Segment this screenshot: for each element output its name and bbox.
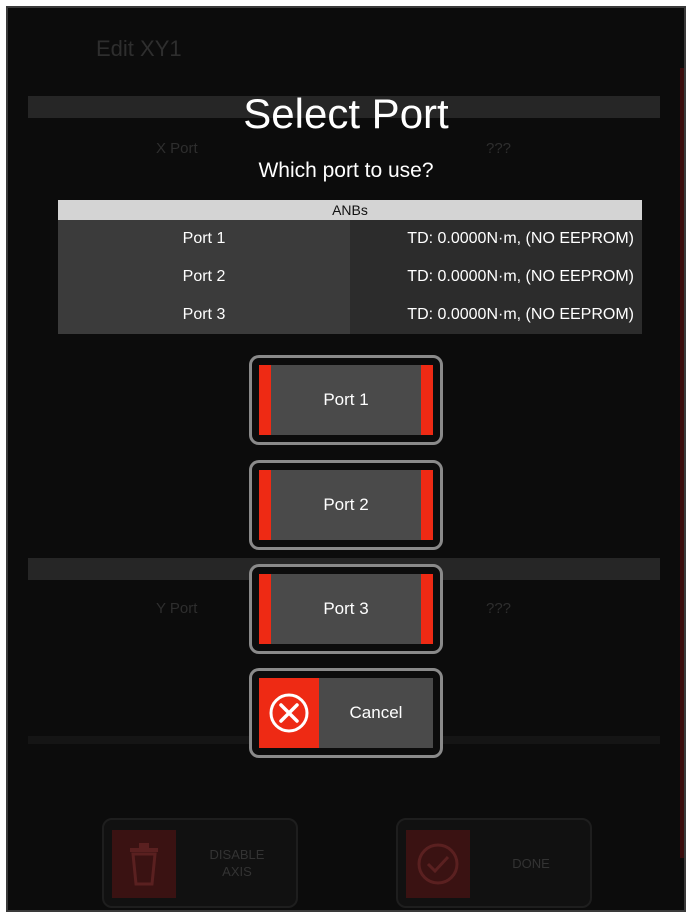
port-info-cell: TD: 0.0000N·m, (NO EEPROM) — [350, 220, 642, 258]
close-circle-icon — [259, 678, 319, 748]
button-face: Port 3 — [259, 574, 433, 644]
x-port-value: ??? — [486, 140, 512, 157]
trash-icon — [112, 830, 176, 898]
side-accent — [680, 68, 684, 858]
done-button: DONE — [396, 818, 592, 908]
port-cell: Port 3 — [58, 296, 350, 334]
port-cell: Port 1 — [58, 220, 350, 258]
screen-title: Edit XY1 — [96, 36, 182, 61]
button-label: Port 2 — [323, 495, 369, 514]
x-port-label: X Port — [156, 140, 198, 157]
button-label: Port 3 — [323, 599, 369, 618]
port-2-button[interactable]: Port 2 — [249, 460, 443, 550]
button-label: Port 1 — [323, 390, 369, 409]
ports-table: ANBs Port 1 TD: 0.0000N·m, (NO EEPROM) P… — [58, 200, 642, 334]
dialog-title: Select Port — [243, 90, 449, 137]
button-face: Cancel — [259, 678, 433, 748]
button-face: Port 2 — [259, 470, 433, 540]
port-3-button[interactable]: Port 3 — [249, 564, 443, 654]
disable-axis-button: DISABLE AXIS — [102, 818, 298, 908]
check-circle-icon — [406, 830, 470, 898]
done-label: DONE — [512, 855, 550, 871]
port-1-button[interactable]: Port 1 — [249, 355, 443, 445]
y-port-label: Y Port — [156, 600, 198, 617]
dialog-subtitle: Which port to use? — [258, 159, 434, 182]
cancel-button[interactable]: Cancel — [249, 668, 443, 758]
table-row: Port 3 TD: 0.0000N·m, (NO EEPROM) — [58, 296, 642, 334]
y-port-value: ??? — [486, 600, 512, 617]
table-row: Port 2 TD: 0.0000N·m, (NO EEPROM) — [58, 258, 642, 296]
button-face: Port 1 — [259, 365, 433, 435]
port-cell: Port 2 — [58, 258, 350, 296]
app-window: Edit XY1 X Port ??? Y Port ??? DISABLE A… — [6, 6, 686, 912]
button-label: Cancel — [349, 703, 403, 722]
port-info-cell: TD: 0.0000N·m, (NO EEPROM) — [350, 258, 642, 296]
table-header: ANBs — [58, 200, 642, 220]
table-row: Port 1 TD: 0.0000N·m, (NO EEPROM) — [58, 220, 642, 258]
disable-axis-label: DISABLE AXIS — [209, 847, 265, 879]
port-info-cell: TD: 0.0000N·m, (NO EEPROM) — [350, 296, 642, 334]
